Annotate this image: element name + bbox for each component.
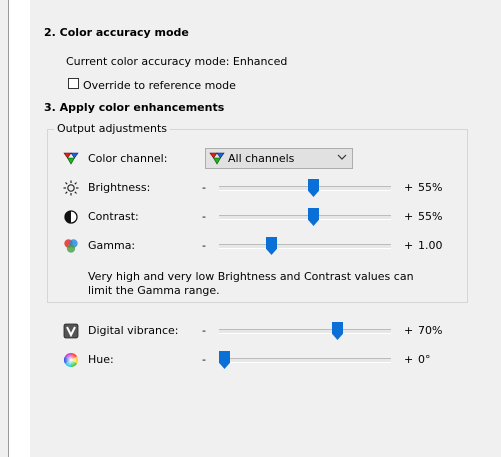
digital-vibrance-value: 70%	[418, 324, 443, 337]
slider-track[interactable]	[219, 244, 391, 249]
contrast-minus: -	[202, 210, 206, 223]
slider-track[interactable]	[219, 329, 391, 334]
brightness-minus: -	[202, 181, 206, 194]
slider-track[interactable]	[219, 358, 391, 363]
contrast-value: 55%	[418, 210, 443, 223]
gamma-range-note: Very high and very low Brightness and Co…	[88, 270, 414, 297]
hue-value: 0°	[418, 353, 431, 366]
vibrance-icon	[63, 323, 79, 339]
sun-icon	[63, 180, 79, 196]
rgb-channels-icon	[63, 152, 79, 165]
color-channel-label: Color channel:	[88, 152, 168, 165]
override-checkbox[interactable]	[68, 78, 79, 89]
brightness-plus: +	[404, 181, 414, 194]
slider-track[interactable]	[219, 186, 391, 191]
digital-vibrance-minus: -	[202, 324, 206, 337]
gamma-color-circles-icon	[64, 239, 78, 253]
gamma-label: Gamma:	[88, 239, 136, 252]
hue-label: Hue:	[88, 353, 114, 366]
override-label[interactable]: Override to reference mode	[83, 79, 236, 92]
left-panel-edge	[0, 0, 9, 457]
color-channel-value: All channels	[228, 152, 295, 165]
gamma-value: 1.00	[418, 239, 443, 252]
current-mode-text: Current color accuracy mode: Enhanced	[66, 55, 288, 68]
contrast-icon	[64, 210, 78, 224]
section-3-title: 3. Apply color enhancements	[44, 101, 225, 114]
output-adjustments-label: Output adjustments	[54, 122, 170, 135]
chevron-down-icon	[337, 154, 347, 160]
digital-vibrance-label: Digital vibrance:	[88, 324, 179, 337]
digital-vibrance-plus: +	[404, 324, 414, 337]
color-wheel-icon	[64, 353, 78, 367]
slider-track[interactable]	[219, 215, 391, 220]
gamma-minus: -	[202, 239, 206, 252]
contrast-label: Contrast:	[88, 210, 139, 223]
brightness-value: 55%	[418, 181, 443, 194]
hue-plus: +	[404, 353, 414, 366]
rgb-channels-icon	[209, 152, 225, 165]
brightness-label: Brightness:	[88, 181, 151, 194]
color-channel-select[interactable]: All channels	[205, 148, 353, 169]
section-2-title: 2. Color accuracy mode	[44, 26, 189, 39]
hue-minus: -	[202, 353, 206, 366]
contrast-plus: +	[404, 210, 414, 223]
gamma-plus: +	[404, 239, 414, 252]
